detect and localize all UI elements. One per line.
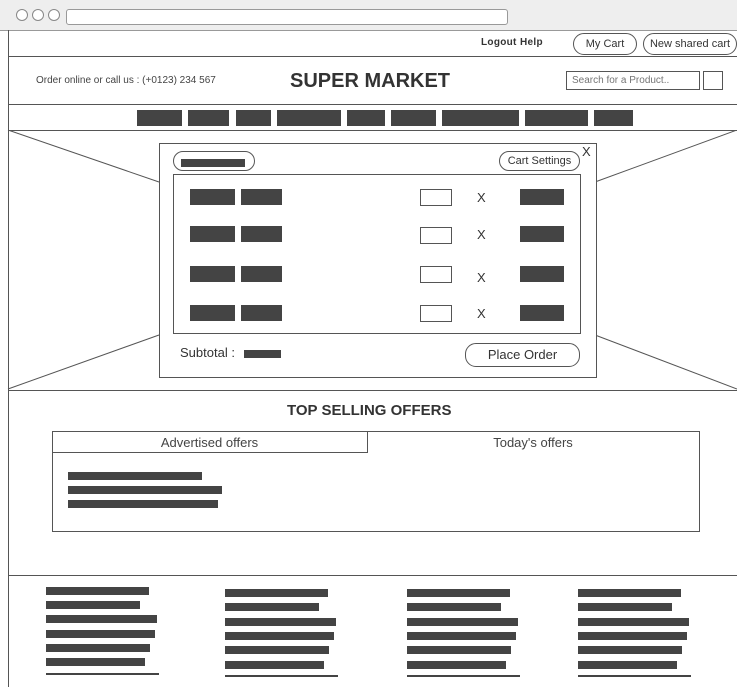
nav-item[interactable] [137,110,182,126]
cart-name-field[interactable] [173,151,255,171]
footer-link[interactable] [225,589,328,597]
item-name-placeholder [190,266,235,282]
item-price-placeholder [520,189,564,205]
nav-item[interactable] [391,110,436,126]
place-order-button[interactable]: Place Order [465,343,580,367]
item-detail-placeholder [241,305,282,321]
divider [8,390,737,391]
footer-link[interactable] [407,589,510,597]
logout-link[interactable]: Logout [481,37,517,48]
multiply-sign: X [477,227,486,242]
browser-titlebar [0,0,737,31]
quantity-input[interactable] [420,266,452,283]
nav-item[interactable] [188,110,229,126]
footer-link[interactable] [46,658,145,666]
subtotal-label: Subtotal : [180,345,235,360]
footer-link[interactable] [225,646,329,654]
window-close-dot[interactable] [16,9,28,21]
multiply-sign: X [477,270,486,285]
footer-link[interactable] [225,661,324,669]
site-title: SUPER MARKET [290,70,451,92]
nav-item[interactable] [525,110,588,126]
offer-text-placeholder [68,472,202,480]
footer-link[interactable] [46,615,157,623]
section-title: TOP SELLING OFFERS [287,402,452,419]
item-name-placeholder [190,305,235,321]
footer-link[interactable] [407,618,518,626]
new-shared-cart-button[interactable]: New shared cart [643,33,737,55]
cart-settings-button[interactable]: Cart Settings [499,151,580,171]
quantity-input[interactable] [420,305,452,322]
footer-link[interactable] [407,661,506,669]
nav-item[interactable] [442,110,519,126]
address-bar[interactable] [66,9,508,25]
offer-text-placeholder [68,500,218,508]
subtotal-value-placeholder [244,350,281,358]
nav-item[interactable] [277,110,341,126]
footer-link[interactable] [46,601,140,609]
footer-link[interactable] [46,673,159,675]
item-price-placeholder [520,305,564,321]
item-detail-placeholder [241,189,282,205]
footer-link[interactable] [46,587,149,595]
quantity-input[interactable] [420,189,452,206]
footer-link[interactable] [578,675,691,677]
footer-link[interactable] [578,661,677,669]
divider [8,104,737,105]
tab-todays-offers[interactable]: Today's offers [368,431,698,452]
footer-link[interactable] [578,589,681,597]
multiply-sign: X [477,306,486,321]
footer-link[interactable] [578,618,689,626]
multiply-sign: X [477,190,486,205]
close-icon[interactable]: X [582,144,591,159]
footer-link[interactable] [578,603,672,611]
item-name-placeholder [190,189,235,205]
footer-link[interactable] [407,646,511,654]
my-cart-button[interactable]: My Cart [573,33,637,55]
item-detail-placeholder [241,266,282,282]
quantity-input[interactable] [420,227,452,244]
divider [8,56,737,57]
footer-link[interactable] [225,618,336,626]
footer-link[interactable] [407,675,520,677]
item-detail-placeholder [241,226,282,242]
footer-link[interactable] [46,630,155,638]
footer-link[interactable] [407,603,501,611]
help-link[interactable]: Help [520,37,543,48]
search-input[interactable] [566,71,700,90]
footer-link[interactable] [225,675,338,677]
footer-link[interactable] [407,632,516,640]
footer-link[interactable] [225,632,334,640]
footer-link[interactable] [578,632,687,640]
nav-item[interactable] [594,110,633,126]
cart-name-placeholder [181,159,245,167]
item-name-placeholder [190,226,235,242]
item-price-placeholder [520,266,564,282]
contact-text: Order online or call us : (+0123) 234 56… [36,75,216,86]
nav-item[interactable] [347,110,385,126]
offer-text-placeholder [68,486,222,494]
divider [8,575,737,576]
window-minimize-dot[interactable] [32,9,44,21]
nav-item[interactable] [236,110,271,126]
footer-link[interactable] [578,646,682,654]
item-price-placeholder [520,226,564,242]
footer-link[interactable] [46,644,150,652]
window-maximize-dot[interactable] [48,9,60,21]
search-button[interactable] [703,71,723,90]
tab-advertised-offers[interactable]: Advertised offers [52,431,368,453]
footer-link[interactable] [225,603,319,611]
